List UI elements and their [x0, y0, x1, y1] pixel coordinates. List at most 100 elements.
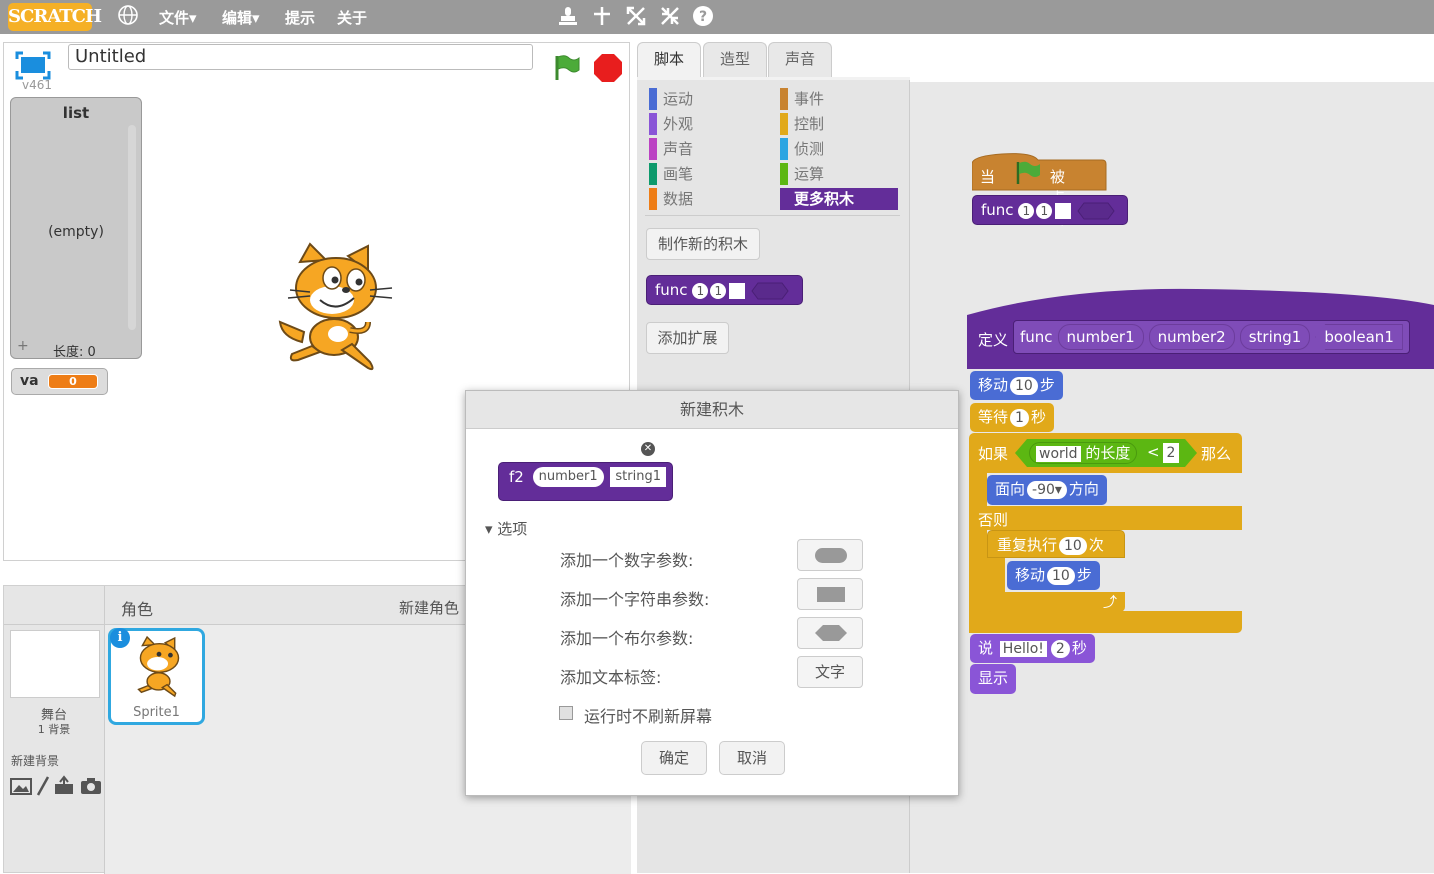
say-for-secs-block[interactable]: 说 Hello! 2 秒 — [970, 634, 1095, 663]
list-empty-label: (empty) — [48, 224, 104, 240]
cut-scissors-icon[interactable] — [591, 5, 613, 32]
grow-icon[interactable] — [625, 5, 647, 32]
make-block-button[interactable]: 制作新的积木 — [646, 228, 760, 260]
category-operators[interactable]: 运算 — [780, 163, 824, 185]
category-motion[interactable]: 运动 — [649, 88, 693, 110]
move-block[interactable]: 移动 10 步 — [970, 371, 1063, 400]
length-of-reporter[interactable]: world 的长度 — [1029, 442, 1138, 464]
preview-arg-number1[interactable]: number1 — [532, 467, 604, 487]
upload-icon[interactable] — [53, 774, 75, 800]
length-string-input[interactable]: world — [1036, 446, 1081, 462]
project-title-input[interactable]: Untitled — [68, 44, 533, 70]
scratch-logo[interactable]: SCRATCH — [8, 3, 102, 31]
category-looks[interactable]: 外观 — [649, 113, 693, 135]
define-arg-number2[interactable]: number2 — [1148, 324, 1235, 350]
sprite-cat-image[interactable] — [272, 242, 398, 380]
close-icon[interactable]: ✕ — [641, 442, 655, 456]
func-call-block[interactable]: func 11 — [972, 195, 1128, 225]
define-arg-number1[interactable]: number1 — [1057, 324, 1144, 350]
func-arg-string[interactable] — [729, 282, 746, 299]
shrink-icon[interactable] — [659, 5, 681, 32]
menu-tips[interactable]: 提示 — [285, 7, 315, 28]
add-boolean-arg-button[interactable] — [797, 617, 863, 649]
no-refresh-checkbox[interactable] — [559, 706, 573, 720]
add-extension-button[interactable]: 添加扩展 — [646, 322, 729, 354]
func-arg-string[interactable] — [1055, 202, 1072, 219]
repeat-label: 重复执行 — [997, 536, 1058, 554]
sprite-thumbnail-cat — [129, 635, 189, 705]
tab-sounds[interactable]: 声音 — [768, 42, 832, 77]
category-more-blocks[interactable]: 更多积木 — [780, 188, 898, 210]
category-events[interactable]: 事件 — [780, 88, 824, 110]
category-control[interactable]: 控制 — [780, 113, 824, 135]
func-arg-number[interactable]: 1 — [1036, 202, 1053, 219]
category-pen[interactable]: 画笔 — [649, 163, 693, 185]
variable-name: va — [20, 373, 39, 389]
wait-secs-input[interactable]: 1 — [1010, 409, 1029, 427]
new-block-dialog: 新建积木 ✕ f2 number1 string1 ▾ 选项 添加一个数字参数:… — [465, 390, 959, 796]
compare-number-input[interactable]: 2 — [1163, 443, 1179, 463]
menu-edit[interactable]: 编辑▾ — [222, 7, 260, 28]
add-boolean-label: 添加一个布尔参数: — [560, 629, 694, 648]
category-data[interactable]: 数据 — [649, 188, 693, 210]
cancel-button[interactable]: 取消 — [719, 741, 785, 775]
stop-sign-icon[interactable] — [593, 53, 623, 87]
backdrop-library-icon[interactable] — [10, 776, 32, 800]
func-arg-boolean[interactable] — [1076, 201, 1116, 221]
variable-watcher[interactable]: va 0 — [11, 368, 108, 395]
globe-icon[interactable] — [117, 4, 139, 31]
preview-arg-string1[interactable]: string1 — [610, 467, 666, 487]
sprite-name-label: Sprite1 — [133, 705, 180, 720]
func-arg-number[interactable]: 1 — [1018, 202, 1035, 219]
define-block[interactable]: 定义 func number1 number2 string1 boolean1 — [967, 287, 1434, 369]
category-sound[interactable]: 声音 — [649, 138, 693, 160]
tab-scripts[interactable]: 脚本 — [637, 42, 701, 78]
func-arg-number[interactable]: 1 — [710, 282, 727, 299]
menu-file[interactable]: 文件▾ — [159, 7, 197, 28]
number-shape-icon — [815, 548, 847, 563]
direction-dropdown[interactable]: -90▾ — [1027, 481, 1067, 499]
loop-arrow-icon: ⤴ — [1103, 595, 1117, 611]
move-steps-input[interactable]: 10 — [1047, 567, 1075, 585]
new-backdrop-label: 新建背景 — [11, 754, 60, 768]
func-call-name: func — [981, 201, 1014, 219]
point-direction-block[interactable]: 面向 -90▾ 方向 — [987, 475, 1107, 505]
category-sensing[interactable]: 侦测 — [780, 138, 824, 160]
stage-thumbnail[interactable] — [10, 630, 100, 698]
duplicate-stamp-icon[interactable] — [558, 5, 578, 32]
else-label: 否则 — [978, 511, 1009, 529]
list-watcher[interactable]: list (empty) + 长度: 0 — [10, 97, 142, 360]
define-arg-string1[interactable]: string1 — [1239, 324, 1311, 350]
show-block[interactable]: 显示 — [970, 664, 1017, 694]
camera-icon[interactable] — [80, 777, 102, 799]
help-icon[interactable]: ? — [692, 5, 714, 32]
new-sprite-label: 新建角色 — [399, 599, 460, 617]
green-flag-icon[interactable] — [551, 52, 581, 86]
palette-func-block[interactable]: func 11 — [646, 275, 803, 305]
info-icon[interactable]: i — [110, 628, 130, 648]
block-preview[interactable]: f2 number1 string1 — [498, 462, 673, 501]
add-text-label-button[interactable]: 文字 — [797, 656, 863, 688]
define-arg-boolean1[interactable]: boolean1 — [1315, 324, 1403, 350]
func-arg-boolean[interactable] — [750, 281, 790, 301]
green-flag-icon — [1014, 160, 1044, 190]
block-name-input[interactable]: f2 — [509, 468, 524, 486]
define-func-name: func — [1020, 328, 1053, 346]
func-arg-number[interactable]: 1 — [692, 282, 709, 299]
tab-costumes[interactable]: 造型 — [703, 42, 767, 77]
menu-about[interactable]: 关于 — [337, 7, 367, 28]
wait-block[interactable]: 等待 1 秒 — [970, 403, 1054, 432]
say-text-input[interactable]: Hello! — [999, 641, 1047, 657]
move-block[interactable]: 移动 10 步 — [1007, 561, 1100, 590]
ok-button[interactable]: 确定 — [641, 741, 707, 775]
list-add-button[interactable]: + — [17, 338, 29, 354]
options-toggle[interactable]: ▾ 选项 — [485, 518, 527, 539]
repeat-times-input[interactable]: 10 — [1059, 537, 1087, 555]
add-number-arg-button[interactable] — [797, 539, 863, 571]
move-steps-input[interactable]: 10 — [1010, 377, 1038, 395]
say-secs-input[interactable]: 2 — [1050, 640, 1070, 658]
paint-brush-icon[interactable] — [36, 775, 50, 801]
menu-bar: SCRATCH 文件▾ 编辑▾ 提示 关于 ? — [0, 0, 1434, 34]
hat-when-label: 当 — [980, 168, 996, 186]
add-string-arg-button[interactable] — [797, 578, 863, 610]
